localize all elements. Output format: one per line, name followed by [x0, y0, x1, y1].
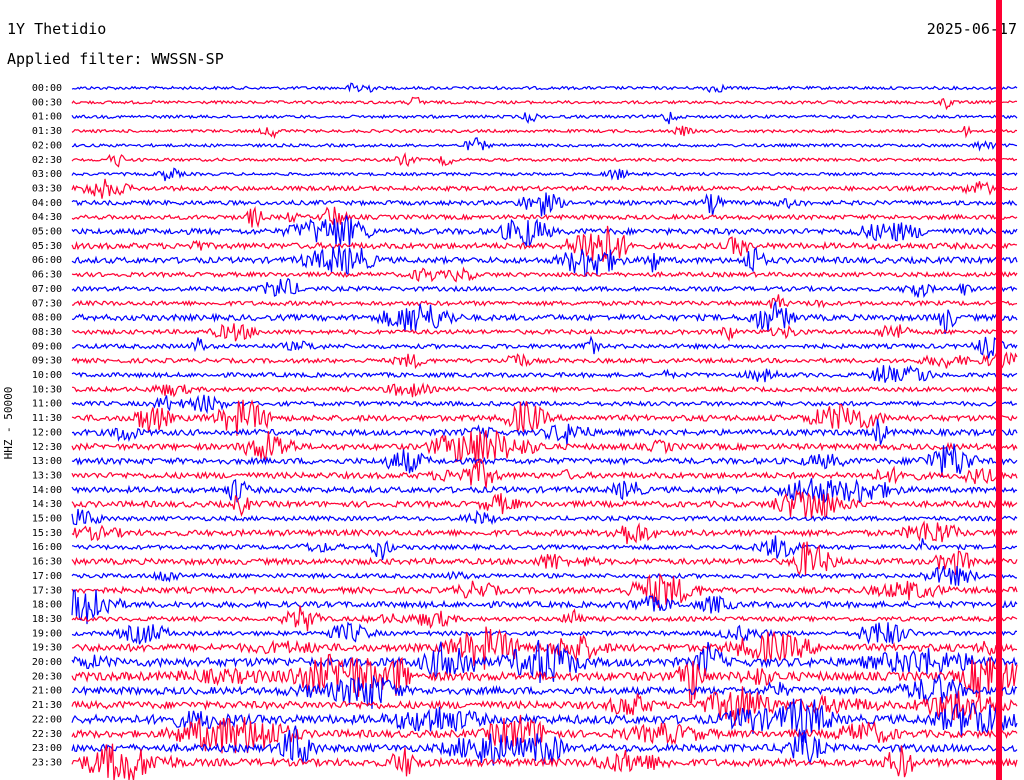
time-tick-2030: 20:30 [32, 671, 62, 682]
trace-row-1000 [71, 364, 1018, 383]
time-tick-2330: 23:30 [32, 757, 62, 768]
trace-row-0700 [71, 277, 1018, 298]
trace-row-1330 [71, 459, 1018, 489]
time-tick-1030: 10:30 [32, 384, 62, 395]
trace-row-1730 [71, 572, 1018, 608]
time-tick-0230: 02:30 [32, 155, 62, 166]
trace-row-1800 [71, 589, 1018, 625]
time-tick-2230: 22:30 [32, 729, 62, 740]
time-tick-0200: 02:00 [32, 140, 62, 151]
time-tick-1100: 11:00 [32, 399, 62, 410]
trace-row-0000 [71, 82, 1018, 93]
time-tick-2000: 20:00 [32, 657, 62, 668]
seismic-traces [71, 82, 1018, 780]
time-tick-2100: 21:00 [32, 686, 62, 697]
time-tick-1930: 19:30 [32, 643, 62, 654]
time-tick-0400: 04:00 [32, 198, 62, 209]
time-tick-0800: 08:00 [32, 313, 62, 324]
time-tick-1630: 16:30 [32, 557, 62, 568]
trace-row-1530 [71, 520, 1018, 545]
time-tick-1700: 17:00 [32, 571, 62, 582]
time-tick-2130: 21:30 [32, 700, 62, 711]
trace-row-1500 [71, 508, 1018, 526]
time-tick-0900: 09:00 [32, 341, 62, 352]
time-tick-1600: 16:00 [32, 542, 62, 553]
time-tick-0930: 09:30 [32, 356, 62, 367]
time-tick-0300: 03:00 [32, 169, 62, 180]
time-tick-labels: 00:00 00:30 01:00 01:30 02:00 02:30 03:00 03:30… [32, 83, 62, 768]
time-tick-2200: 22:00 [32, 714, 62, 725]
time-tick-0000: 00:00 [32, 83, 62, 94]
trace-row-0330 [71, 178, 1018, 199]
trace-row-0630 [71, 266, 1018, 283]
time-tick-1300: 13:00 [32, 456, 62, 467]
time-tick-1430: 14:30 [32, 499, 62, 510]
trace-row-0100 [71, 111, 1018, 125]
time-tick-0630: 06:30 [32, 270, 62, 281]
trace-row-0130 [71, 125, 1018, 140]
time-tick-0330: 03:30 [32, 183, 62, 194]
trace-row-1700 [71, 565, 1017, 586]
trace-row-0300 [71, 167, 1018, 182]
time-tick-1000: 10:00 [32, 370, 62, 381]
trace-row-0830 [71, 323, 1018, 342]
time-tick-0130: 01:30 [32, 126, 62, 137]
trace-row-0730 [71, 294, 1018, 309]
time-tick-1200: 12:00 [32, 427, 62, 438]
time-tick-0530: 05:30 [32, 241, 62, 252]
time-tick-0100: 01:00 [32, 112, 62, 123]
current-time-marker [996, 0, 1002, 780]
trace-row-0900 [71, 335, 1018, 359]
time-tick-1230: 12:30 [32, 442, 62, 453]
trace-row-0400 [71, 192, 1018, 217]
time-tick-1830: 18:30 [32, 614, 62, 625]
trace-row-0030 [71, 96, 1018, 111]
trace-row-0500 [71, 215, 1018, 248]
time-tick-0030: 00:30 [32, 97, 62, 108]
trace-row-1900 [71, 621, 1018, 645]
time-tick-0700: 07:00 [32, 284, 62, 295]
trace-row-1600 [71, 535, 1018, 561]
trace-row-1030 [72, 382, 1018, 398]
trace-row-1400 [71, 478, 1018, 504]
trace-row-0600 [71, 245, 1018, 277]
time-tick-1530: 15:30 [32, 528, 62, 539]
trace-row-0230 [71, 151, 1018, 168]
current-time-marker-bar [996, 0, 1002, 780]
trace-row-0930 [71, 351, 1018, 370]
trace-row-1430 [71, 489, 1018, 519]
time-tick-1330: 13:30 [32, 470, 62, 481]
trace-row-0200 [71, 137, 1018, 152]
helicorder-plot: 00:00 00:30 01:00 01:30 02:00 02:30 03:00 03:30… [32, 0, 1018, 780]
time-tick-1500: 15:00 [32, 514, 62, 525]
time-tick-1900: 19:00 [32, 628, 62, 639]
time-tick-0830: 08:30 [32, 327, 62, 338]
time-tick-0430: 04:30 [32, 212, 62, 223]
trace-row-1100 [71, 394, 1018, 415]
time-tick-1800: 18:00 [32, 600, 62, 611]
time-tick-2300: 23:00 [32, 743, 62, 754]
time-tick-1130: 11:30 [32, 413, 62, 424]
time-tick-0500: 05:00 [32, 227, 62, 238]
time-tick-0730: 07:30 [32, 298, 62, 309]
time-tick-0600: 06:00 [32, 255, 62, 266]
time-tick-1730: 17:30 [32, 585, 62, 596]
time-tick-1400: 14:00 [32, 485, 62, 496]
